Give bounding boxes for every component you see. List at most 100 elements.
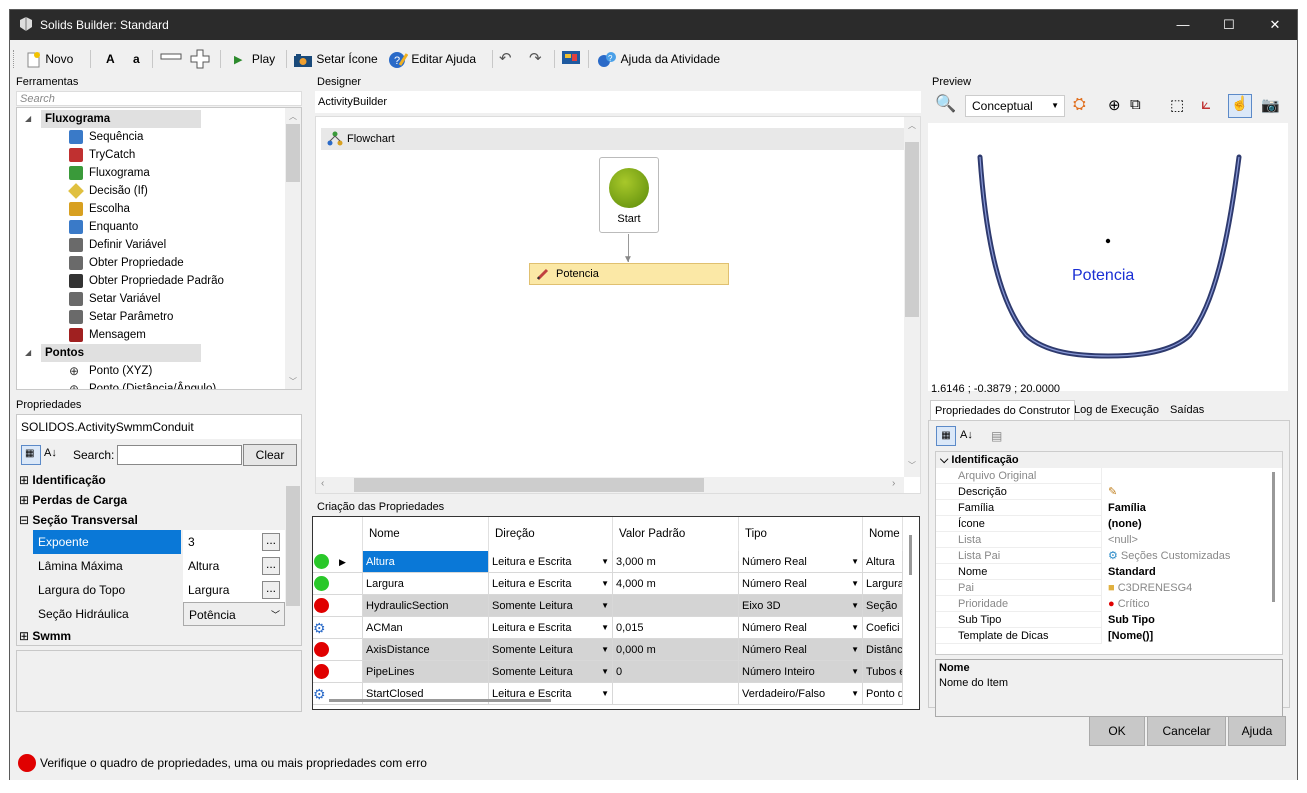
expand-button[interactable] — [190, 49, 210, 69]
dropdown-arrow-icon[interactable]: ▼ — [851, 617, 859, 638]
prop-value-largura-topo[interactable]: Largura... — [183, 578, 285, 602]
cell-nome[interactable]: Largura — [363, 573, 489, 595]
prop-name-lamina[interactable]: Lâmina Máxima — [33, 554, 181, 578]
tool-item[interactable]: Decisão (If) — [68, 182, 148, 200]
prop-name[interactable]: Lista — [936, 532, 1102, 548]
scroll-thumb[interactable] — [286, 486, 300, 606]
cell-nome2[interactable]: Largura — [863, 573, 903, 595]
dropdown-arrow-icon[interactable]: ▼ — [851, 683, 859, 704]
prop-name[interactable]: Ícone — [936, 516, 1102, 532]
prop-name[interactable]: Pai — [936, 580, 1102, 596]
prop-name[interactable]: Lista Pai — [936, 548, 1102, 564]
view-cube-icon[interactable]: ⧉ — [1130, 96, 1141, 113]
cell-nome[interactable]: PipeLines — [363, 661, 489, 683]
maximize-button[interactable]: ☐ — [1206, 10, 1252, 40]
sort-alpha-button[interactable]: A↓ — [960, 429, 973, 441]
prop-value[interactable]: ■ C3DRENESG4 — [1104, 580, 1264, 596]
novo-button[interactable]: Novo — [26, 49, 73, 69]
tool-item[interactable]: ⊕ Ponto (XYZ) — [69, 362, 152, 380]
scroll-thumb[interactable] — [909, 535, 912, 575]
axes-icon[interactable]: ⟀ — [1201, 94, 1211, 114]
minimize-button[interactable]: — — [1160, 10, 1206, 40]
table-row[interactable]: Largura Leitura e Escrita ▼ 4,000 m Número R… — [313, 573, 903, 595]
scroll-thumb[interactable] — [905, 142, 919, 317]
prop-name[interactable]: Nome — [936, 564, 1102, 580]
ellipsis-button[interactable]: ... — [262, 533, 280, 551]
tab-log-execucao[interactable]: Log de Execução — [1070, 400, 1163, 420]
dropdown-arrow-icon[interactable]: ▼ — [851, 573, 859, 594]
setar-icone-button[interactable]: Setar Ícone — [293, 49, 378, 69]
table-row[interactable]: HydraulicSection Somente Leitura ▼ Eixo 3D ▼… — [313, 595, 903, 617]
dropdown-arrow-icon[interactable]: ▼ — [851, 595, 859, 616]
prop-value[interactable]: ✎ — [1104, 484, 1264, 500]
collapse-arrow-icon[interactable]: ◢ — [25, 344, 31, 362]
tab-propriedades-construtor[interactable]: Propriedades do Construtor — [930, 400, 1076, 420]
dropdown-arrow-icon[interactable]: ▼ — [851, 551, 859, 572]
cell-direcao[interactable]: Somente Leitura ▼ — [489, 595, 613, 617]
cell-valor[interactable]: 4,000 m — [613, 573, 739, 595]
row-header[interactable] — [313, 639, 363, 661]
prop-value[interactable] — [1104, 468, 1264, 484]
orbit-icon[interactable]: ⊕ — [1108, 96, 1121, 114]
scroll-thumb[interactable] — [286, 124, 300, 182]
cell-valor[interactable] — [613, 683, 739, 705]
table-row[interactable]: ▶ Altura Leitura e Escrita ▼ 3,000 m Número R… — [313, 551, 903, 573]
grid-hscroll-thumb[interactable] — [329, 699, 551, 702]
scroll-up-icon[interactable]: ︿ — [908, 120, 916, 131]
sort-alpha-button[interactable]: A↓ — [44, 447, 57, 459]
prop-name[interactable]: Arquivo Original — [936, 468, 1102, 484]
activity-potencia[interactable]: Potencia — [529, 263, 729, 285]
category-secao[interactable]: ⊟ Seção Transversal — [19, 510, 138, 530]
zoom-icon[interactable]: 🔍 — [935, 94, 956, 114]
scroll-down-icon[interactable]: ﹀ — [908, 460, 916, 471]
cell-tipo[interactable]: Número Real ▼ — [739, 551, 863, 573]
tool-item[interactable]: Setar Variável — [69, 290, 160, 308]
designer-hscroll[interactable]: ‹ › — [316, 477, 904, 493]
tools-scrollbar[interactable]: ︿ ﹀ — [285, 108, 301, 389]
scroll-right-icon[interactable]: › — [892, 478, 895, 489]
tool-item[interactable]: Fluxograma — [69, 164, 150, 182]
header-valor[interactable]: Valor Padrão — [613, 517, 739, 551]
row-header[interactable]: ▶ — [313, 551, 363, 573]
header-tipo[interactable]: Tipo — [739, 517, 863, 551]
cell-direcao[interactable]: Leitura e Escrita ▼ — [489, 573, 613, 595]
font-larger-button[interactable]: A — [106, 49, 115, 69]
collapse-button[interactable] — [160, 49, 182, 69]
tool-item[interactable]: Sequência — [69, 128, 143, 146]
dropdown-arrow-icon[interactable]: ▼ — [601, 661, 609, 682]
prop-name[interactable]: Família — [936, 500, 1102, 516]
prop-name[interactable]: Prioridade — [936, 596, 1102, 612]
table-row[interactable]: ⚙ ACMan Leitura e Escrita ▼ 0,015 Número Real… — [313, 617, 903, 639]
dropdown-arrow-icon[interactable]: ▼ — [601, 551, 609, 572]
tool-item[interactable]: Obter Propriedade — [69, 254, 184, 272]
prop-value-expoente[interactable]: 3... — [183, 530, 285, 554]
table-row[interactable]: PipeLines Somente Leitura ▼ 0 Número Inteiro… — [313, 661, 903, 683]
tool-item[interactable]: Definir Variável — [69, 236, 166, 254]
tool-item[interactable]: Obter Propriedade Padrão — [69, 272, 224, 290]
pan-hand-button[interactable]: ☝ — [1228, 94, 1252, 118]
property-pages-button[interactable]: ▤ — [991, 429, 1002, 443]
dropdown-arrow-icon[interactable]: ▼ — [601, 595, 609, 616]
row-header[interactable]: ⚙ — [313, 617, 363, 639]
cell-direcao[interactable]: Leitura e Escrita ▼ — [489, 617, 613, 639]
undo-button[interactable]: ↶ — [499, 49, 512, 69]
header-direcao[interactable]: Direção — [489, 517, 613, 551]
designer-vscroll[interactable]: ︿ ﹀ — [904, 117, 920, 477]
header-nome2[interactable]: Nome — [863, 517, 903, 551]
cell-valor[interactable]: 0,000 m — [613, 639, 739, 661]
collapse-arrow-icon[interactable]: ◢ — [25, 110, 31, 128]
dropdown-arrow-icon[interactable]: ▼ — [851, 639, 859, 660]
tool-item[interactable]: Setar Parâmetro — [69, 308, 173, 326]
dropdown-arrow-icon[interactable]: ▼ — [601, 639, 609, 660]
prop-value[interactable]: ● Crítico — [1104, 596, 1264, 612]
ajuda-atividade-button[interactable]: ? Ajuda da Atividade — [596, 49, 720, 69]
scroll-left-icon[interactable]: ‹ — [321, 478, 324, 489]
prop-name-largura-topo[interactable]: Largura do Topo — [33, 578, 181, 602]
designer-breadcrumb[interactable]: ActivityBuilder — [315, 91, 921, 113]
grid-vscroll[interactable] — [903, 517, 919, 709]
cell-tipo[interactable]: Eixo 3D ▼ — [739, 595, 863, 617]
category-identificacao[interactable]: ⊞ Identificação — [19, 470, 106, 490]
cell-nome2[interactable]: Coefici — [863, 617, 903, 639]
tool-item[interactable]: ⊕ Ponto (Distância/Ângulo) — [69, 380, 216, 389]
tab-saidas[interactable]: Saídas — [1166, 400, 1208, 420]
